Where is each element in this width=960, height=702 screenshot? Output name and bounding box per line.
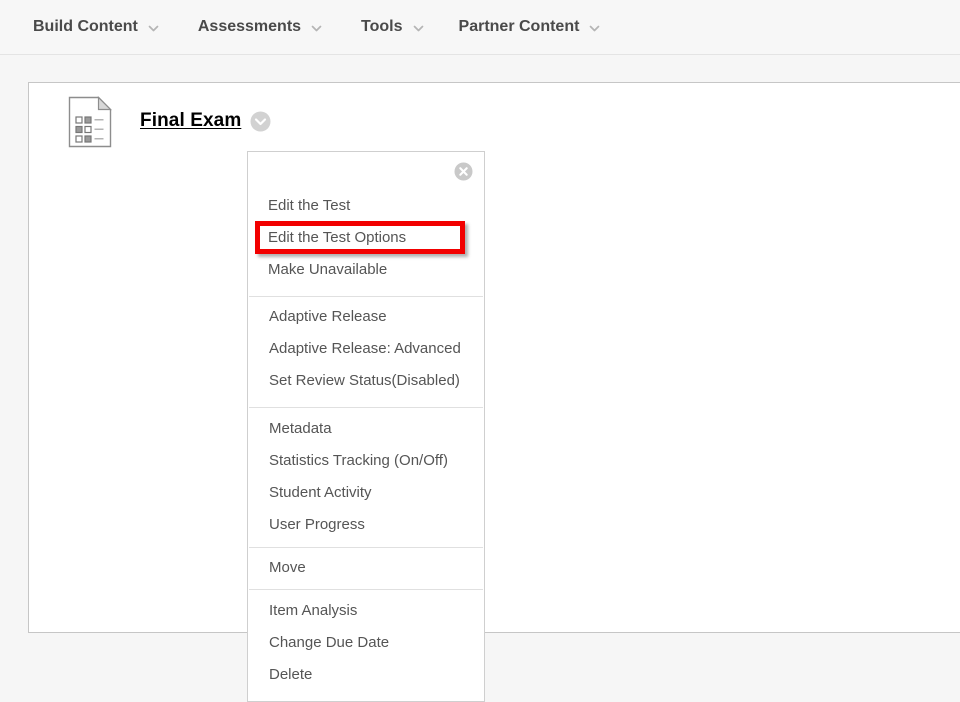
context-menu-group: Metadata Statistics Tracking (On/Off) St… — [249, 407, 483, 547]
context-menu-item-user-progress[interactable]: User Progress — [249, 509, 483, 541]
context-menu-item-edit-the-test[interactable]: Edit the Test — [248, 190, 484, 222]
context-menu-item-move[interactable]: Move — [249, 552, 483, 584]
context-menu-group: Adaptive Release Adaptive Release: Advan… — [249, 296, 483, 407]
action-bar-item-tools[interactable]: Tools — [361, 0, 424, 54]
action-bar-item-partner-content[interactable]: Partner Content — [459, 0, 602, 54]
action-bar-item-assessments[interactable]: Assessments — [198, 0, 323, 54]
test-document-icon — [68, 96, 112, 148]
chevron-down-icon — [310, 22, 323, 35]
context-menu-item-delete[interactable]: Delete — [249, 659, 483, 691]
context-menu-item-adaptive-release[interactable]: Adaptive Release — [249, 301, 483, 333]
content-item-title-wrap: Final Exam — [140, 110, 271, 132]
chevron-down-icon — [412, 22, 425, 35]
close-circle-icon[interactable] — [454, 162, 473, 181]
context-menu-item-make-unavailable[interactable]: Make Unavailable — [248, 254, 484, 286]
context-menu-item-item-analysis[interactable]: Item Analysis — [249, 595, 483, 627]
context-menu-group: Move — [249, 547, 483, 589]
action-bar-item-label: Build Content — [33, 18, 138, 35]
context-menu-item-metadata[interactable]: Metadata — [249, 413, 483, 445]
chevron-down-circle-icon[interactable] — [250, 111, 271, 132]
context-menu-item-statistics-tracking[interactable]: Statistics Tracking (On/Off) — [249, 445, 483, 477]
chevron-down-icon — [147, 22, 160, 35]
context-menu: Edit the Test Edit the Test Options Make… — [247, 151, 485, 702]
action-bar-item-label: Partner Content — [458, 18, 580, 35]
context-menu-item-change-due-date[interactable]: Change Due Date — [249, 627, 483, 659]
action-bar: Build Content Assessments Tools Partner … — [0, 0, 960, 55]
context-menu-item-student-activity[interactable]: Student Activity — [249, 477, 483, 509]
chevron-down-icon — [588, 22, 601, 35]
context-menu-item-adaptive-release-advanced[interactable]: Adaptive Release: Advanced — [249, 333, 483, 365]
action-bar-item-label: Tools — [361, 18, 403, 35]
action-bar-item-build-content[interactable]: Build Content — [33, 0, 160, 54]
content-area-card — [28, 82, 960, 633]
context-menu-item-set-review-status[interactable]: Set Review Status(Disabled) — [249, 365, 483, 397]
context-menu-item-edit-the-test-options[interactable]: Edit the Test Options — [248, 222, 484, 254]
content-item-title-link[interactable]: Final Exam — [140, 110, 241, 132]
context-menu-group: Item Analysis Change Due Date Delete — [249, 589, 483, 695]
action-bar-item-label: Assessments — [197, 18, 302, 35]
context-menu-group: Edit the Test Edit the Test Options Make… — [248, 152, 484, 286]
content-item-row: Final Exam — [68, 96, 271, 148]
